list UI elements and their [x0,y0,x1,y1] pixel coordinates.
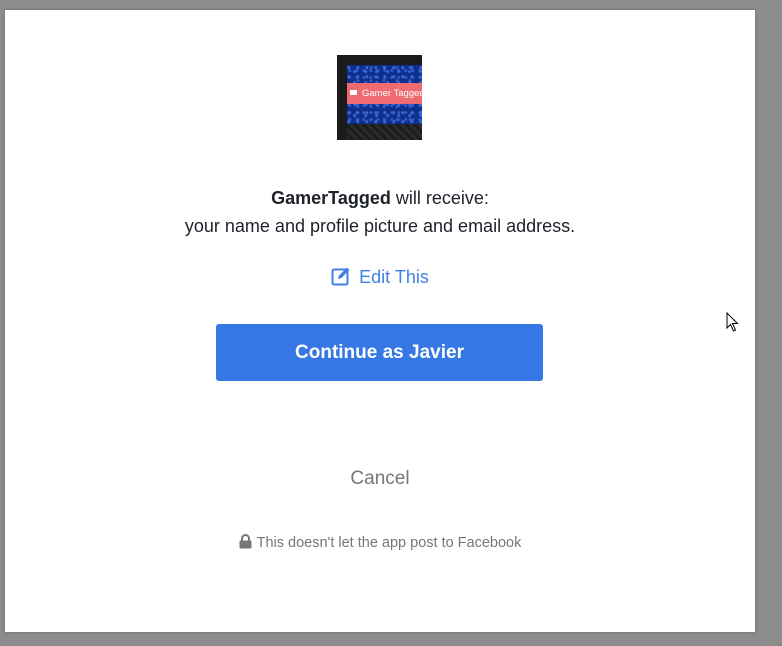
app-logo: Gamer Tagged [337,55,422,140]
permission-heading: GamerTagged will receive: [5,184,755,212]
receive-label: will receive: [390,188,489,208]
logo-pattern [347,124,422,140]
logo-text: Gamer Tagged [362,88,422,99]
lock-icon [239,534,252,555]
continue-button[interactable]: Continue as Javier [216,324,543,381]
cancel-button[interactable]: Cancel [5,467,755,491]
edit-permissions-link[interactable]: Edit This [5,265,755,292]
logo-banner: Gamer Tagged [347,83,422,104]
post-permission-notice: This doesn't let the app post to Faceboo… [5,533,755,555]
edit-link-label: Edit This [359,267,429,287]
login-dialog: Gamer Tagged GamerTagged will receive: y… [5,10,755,632]
edit-icon [331,266,351,292]
app-name: GamerTagged [271,188,391,208]
notice-text: This doesn't let the app post to Faceboo… [256,535,522,551]
permission-summary: GamerTagged will receive: your name and … [5,184,755,240]
flag-icon [350,90,357,95]
mouse-pointer-icon [726,311,740,338]
permission-details: your name and profile picture and email … [184,216,576,236]
